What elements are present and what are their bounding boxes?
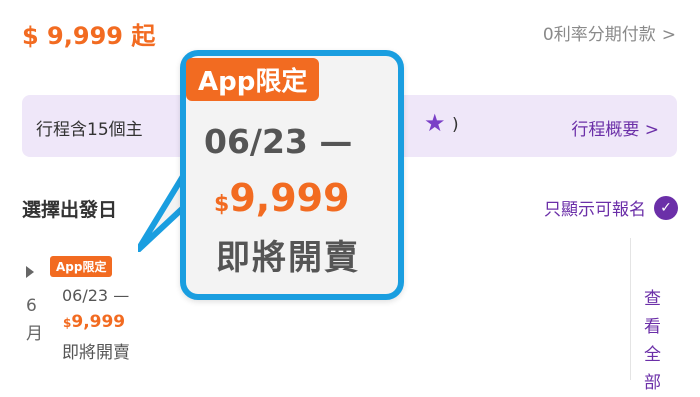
filter-label: 只顯示可報名 [544, 200, 646, 220]
callout-app-only-badge: App限定 [186, 58, 320, 101]
divider [630, 238, 631, 380]
price-value: 9,999 [71, 312, 126, 332]
callout-status: 即將開賣 [216, 238, 360, 278]
itinerary-text: 行程含15個主 [36, 120, 143, 140]
callout-price: $9,999 [214, 176, 350, 220]
date-card-status: 即將開賣 [62, 343, 130, 363]
app-only-badge: App限定 [50, 256, 113, 277]
view-all-link[interactable]: 查看全部 [644, 285, 668, 397]
chevron-right-icon: > [661, 25, 676, 45]
itinerary-summary-link[interactable]: 行程概要 > [571, 115, 659, 140]
itinerary-close-paren: ) [452, 115, 459, 135]
itinerary-summary-label: 行程概要 [571, 120, 640, 140]
available-only-filter[interactable]: 只顯示可報名 ✓ [544, 195, 678, 220]
date-card-date: 06/23 — [62, 286, 130, 305]
installment-label: 0利率分期付款 [542, 25, 656, 45]
price-header: $ 9,999 起 [22, 22, 156, 50]
departure-title: 選擇出發日 [22, 199, 118, 221]
callout-date: 06/23 — [204, 122, 353, 161]
chevron-right-icon: > [644, 120, 659, 140]
callout-currency-symbol: $ [214, 192, 230, 217]
star-icon: ★ [424, 109, 446, 137]
month-label: 6月 [26, 296, 43, 344]
callout-price-value: 9,999 [229, 176, 350, 220]
installment-link[interactable]: 0利率分期付款 > [543, 20, 676, 45]
date-card-price: $9,999 [63, 312, 125, 332]
expand-triangle-icon[interactable] [26, 266, 34, 278]
check-circle-icon[interactable]: ✓ [654, 195, 678, 220]
